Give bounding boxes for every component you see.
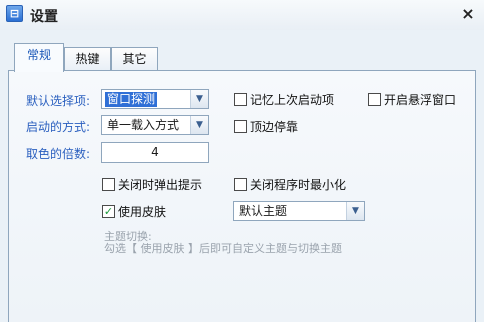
- chevron-down-icon[interactable]: ▼: [346, 202, 364, 220]
- remember-last-launch-checkbox[interactable]: 记忆上次启动项: [234, 92, 344, 108]
- floating-window-label: 开启悬浮窗口: [384, 93, 457, 107]
- default-option-select[interactable]: 窗口探测 ▼: [101, 89, 209, 109]
- checkbox-box[interactable]: [234, 120, 247, 133]
- checkbox-box[interactable]: [102, 178, 115, 191]
- title-bar: ⊟ 设置 ×: [0, 0, 484, 30]
- theme-hint-text: 勾选【 使用皮肤 】后即可自定义主题与切换主题: [104, 242, 342, 255]
- window-title: 设置: [30, 9, 58, 25]
- default-option-label: 默认选择项:: [26, 94, 91, 108]
- tab-general[interactable]: 常规: [14, 43, 64, 72]
- theme-value: 默认主题: [239, 204, 288, 218]
- startup-mode-select[interactable]: 单一载入方式 ▼: [101, 115, 209, 135]
- dock-top-label: 顶边停靠: [250, 120, 299, 134]
- color-multiplier-input[interactable]: 4: [101, 142, 209, 163]
- popup-on-close-label: 关闭时弹出提示: [118, 178, 203, 192]
- default-option-value: 窗口探测: [105, 92, 158, 107]
- close-button[interactable]: ×: [458, 3, 478, 25]
- dock-top-checkbox[interactable]: 顶边停靠: [234, 119, 314, 135]
- checkbox-box[interactable]: [234, 178, 247, 191]
- checkbox-box[interactable]: [234, 93, 247, 106]
- startup-mode-value: 单一载入方式: [107, 118, 180, 132]
- use-skin-label: 使用皮肤: [118, 205, 167, 219]
- theme-select[interactable]: 默认主题 ▼: [233, 201, 365, 221]
- use-skin-checkbox[interactable]: ✓ 使用皮肤: [102, 204, 182, 220]
- startup-mode-label: 启动的方式:: [26, 120, 91, 134]
- checkbox-box[interactable]: [368, 93, 381, 106]
- chevron-down-icon[interactable]: ▼: [190, 90, 208, 108]
- minimize-on-close-label: 关闭程序时最小化: [250, 178, 347, 192]
- tab-hotkeys[interactable]: 热键: [64, 47, 111, 72]
- remember-last-launch-label: 记忆上次启动项: [250, 93, 335, 107]
- floating-window-checkbox[interactable]: 开启悬浮窗口: [368, 92, 468, 108]
- popup-on-close-checkbox[interactable]: 关闭时弹出提示: [102, 177, 212, 193]
- tab-other[interactable]: 其它: [111, 47, 158, 72]
- minimize-on-close-checkbox[interactable]: 关闭程序时最小化: [234, 177, 359, 193]
- check-icon[interactable]: ✓: [102, 205, 115, 218]
- settings-app-icon: ⊟: [6, 5, 23, 22]
- chevron-down-icon[interactable]: ▼: [190, 116, 208, 134]
- color-multiplier-label: 取色的倍数:: [26, 147, 91, 161]
